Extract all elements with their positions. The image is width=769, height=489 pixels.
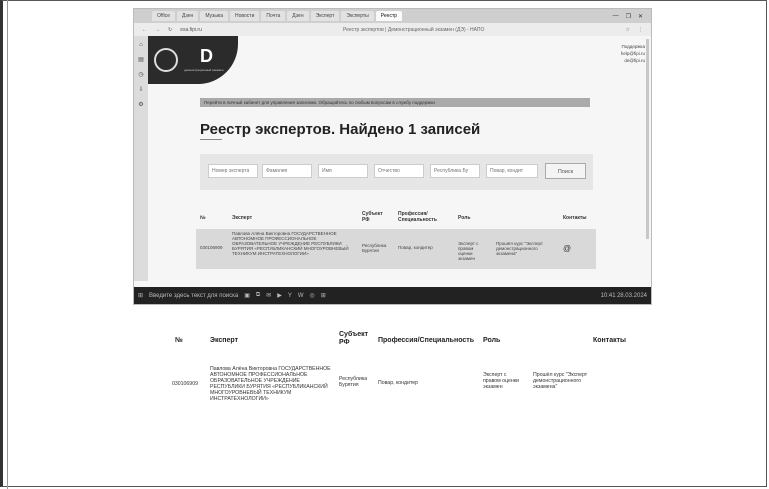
- support-link[interactable]: de@fipi.ru: [621, 57, 645, 64]
- browser-tab[interactable]: Эксперты: [341, 11, 374, 21]
- browser-tab[interactable]: Эксперт: [310, 11, 340, 21]
- close-button[interactable]: ✕: [638, 13, 643, 20]
- url-text[interactable]: esa.fipi.ru: [180, 27, 202, 33]
- reload-icon[interactable]: ↻: [168, 27, 172, 33]
- support-link[interactable]: help@fipi.ru: [621, 50, 645, 57]
- browser-tab[interactable]: Музыка: [200, 11, 228, 21]
- cell-role: Эксперт с правом оценки экзамен: [483, 372, 519, 390]
- browser-tab-active[interactable]: Реестр: [375, 11, 403, 21]
- address-bar: ← → ↻ esa.fipi.ru Реестр экспертов | Дем…: [134, 23, 651, 36]
- scrollbar[interactable]: [646, 39, 649, 239]
- cell-training: Прошёл курс "Эксперт демонстрационного э…: [496, 241, 543, 256]
- back-icon[interactable]: ←: [142, 27, 147, 33]
- browser-tab[interactable]: Новости: [230, 11, 260, 21]
- browser-tab[interactable]: Дзен: [287, 11, 309, 21]
- logo-letter: D: [200, 46, 213, 66]
- forward-icon[interactable]: →: [155, 27, 160, 33]
- browser-tab[interactable]: Дзен: [176, 11, 199, 21]
- taskbar-search[interactable]: Введите здесь текст для поиска: [149, 293, 238, 299]
- taskbar-app-icon[interactable]: W: [298, 293, 304, 299]
- cell-role: Эксперт с правом оценки экзамен: [458, 241, 479, 261]
- support-label: Поддержка: [621, 44, 645, 49]
- column-header-profession: Профессия/Специальность: [378, 337, 474, 344]
- maximize-button[interactable]: ❐: [626, 13, 631, 20]
- column-header-profession: Профессия/ Специальность: [398, 211, 437, 223]
- taskbar-app-icon[interactable]: ▶: [277, 292, 282, 299]
- column-header-num: №: [175, 337, 183, 344]
- taskbar-app-icon[interactable]: ⧉: [256, 292, 260, 299]
- cell-profession: Повар, кондитер: [398, 245, 433, 250]
- title-underline: [200, 139, 222, 140]
- cell-expert: Павлова Алёна Викторовна ГОСУДАРСТВЕННОЕ…: [232, 231, 349, 256]
- cell-expert: Павлова Алёна Викторовна ГОСУДАРСТВЕННОЕ…: [210, 366, 331, 402]
- column-header-expert: Эксперт: [232, 215, 253, 221]
- taskbar-app-icon[interactable]: ⊞: [321, 292, 326, 299]
- cell-num: 030106909: [172, 381, 198, 387]
- expert-number-input[interactable]: [208, 164, 258, 178]
- site-header-logo[interactable]: D демонстрационный экзамен: [148, 36, 238, 84]
- cell-training: Прошёл курс "Эксперт демонстрационного э…: [533, 372, 588, 390]
- search-button[interactable]: Поиск: [545, 163, 586, 179]
- start-icon[interactable]: ⊞: [138, 292, 143, 299]
- profession-select[interactable]: [486, 164, 538, 178]
- cell-num: 030106909: [200, 245, 223, 250]
- firstname-input[interactable]: [318, 164, 368, 178]
- column-header-contacts: Контакты: [593, 337, 627, 344]
- collections-icon[interactable]: ▤: [138, 56, 144, 63]
- download-icon[interactable]: ⇩: [138, 86, 143, 93]
- minimize-button[interactable]: —: [613, 13, 619, 20]
- email-icon[interactable]: @: [563, 244, 571, 253]
- home-icon[interactable]: ⌂: [139, 42, 143, 48]
- column-header-region: Субъект РФ: [362, 211, 383, 223]
- browser-sidebar: ⌂ ▤ ◷ ⇩ ⚙: [134, 36, 148, 281]
- logo-subtitle: демонстрационный экзамен: [184, 68, 224, 72]
- taskbar-clock: 10:41 28.03.2024: [601, 293, 651, 299]
- lastname-input[interactable]: [262, 164, 312, 178]
- browser-screenshot: Office Дзен Музыка Новости Почта Дзен Эк…: [133, 8, 652, 305]
- window-controls: — ❐ ✕: [613, 13, 651, 20]
- taskbar-app-icon[interactable]: ✉: [266, 292, 271, 299]
- margin-line: [7, 0, 8, 489]
- settings-icon[interactable]: ⚙: [138, 101, 143, 108]
- info-banner[interactable]: Перейти в личный кабинет для управления …: [200, 98, 590, 107]
- column-header-role: Роль: [458, 215, 471, 221]
- column-header-role: Роль: [483, 337, 501, 344]
- taskbar-app-icon[interactable]: ◎: [310, 292, 315, 299]
- column-header-expert: Эксперт: [210, 337, 239, 344]
- history-icon[interactable]: ◷: [138, 71, 143, 78]
- column-header-region: Субъект РФ: [339, 331, 369, 346]
- taskbar-app-icon[interactable]: ▣: [244, 292, 250, 299]
- bookmark-icon[interactable]: ☆: [626, 27, 630, 33]
- support-contacts: Поддержка help@fipi.ru de@fipi.ru: [621, 43, 645, 64]
- browser-tab-strip: Office Дзен Музыка Новости Почта Дзен Эк…: [134, 9, 651, 23]
- clock-time: 10:41: [600, 292, 616, 299]
- cell-region: Республика Бурятия: [362, 243, 387, 253]
- table-row: 030106909 Павлова Алёна Викторовна ГОСУД…: [196, 229, 596, 269]
- column-header-num: №: [200, 215, 206, 221]
- emblem-icon: [154, 48, 178, 72]
- taskbar-app-icon[interactable]: Y: [288, 293, 292, 299]
- region-select[interactable]: [430, 164, 480, 178]
- browser-tab[interactable]: Почта: [261, 11, 286, 21]
- page-title-bar: Реестр экспертов | Демонстрационный экза…: [342, 26, 485, 33]
- cell-region: Республика Бурятия: [339, 376, 368, 388]
- page-title: Реестр экспертов. Найдено 1 записей: [200, 121, 481, 138]
- clock-date: 28.03.2024: [616, 292, 647, 299]
- windows-taskbar: ⊞ Введите здесь текст для поиска ▣ ⧉ ✉ ▶…: [134, 287, 651, 304]
- cell-profession: Повар, кондитер: [378, 380, 419, 386]
- column-header-contacts: Контакты: [563, 215, 587, 221]
- search-filter-panel: Поиск: [200, 154, 593, 190]
- menu-icon[interactable]: ⋮: [638, 27, 643, 33]
- patronymic-input[interactable]: [374, 164, 424, 178]
- browser-tab[interactable]: Office: [152, 11, 175, 21]
